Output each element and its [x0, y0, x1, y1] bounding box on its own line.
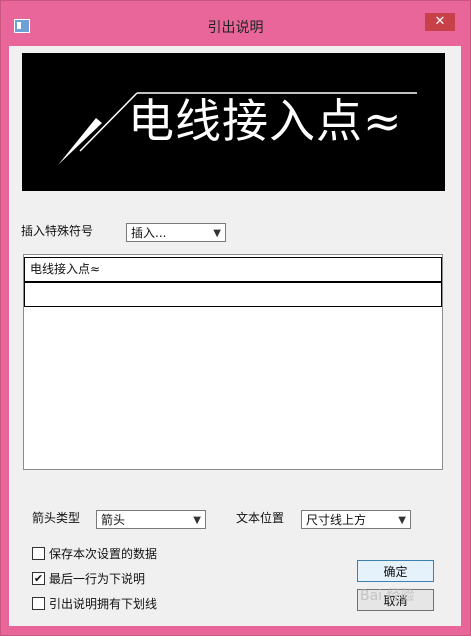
underline-label: 引出说明拥有下划线	[49, 597, 158, 611]
title-bar[interactable]: 引出说明 ✕	[1, 1, 470, 45]
chevron-down-icon: ▼	[398, 515, 406, 526]
save-settings-label: 保存本次设置的数据	[49, 547, 158, 561]
arrow-type-select[interactable]: 箭头 ▼	[96, 510, 206, 529]
chevron-down-icon: ▼	[213, 228, 221, 239]
text-position-select[interactable]: 尺寸线上方 ▼	[301, 510, 411, 529]
leader-text-editor[interactable]: 电线接入点≈	[23, 254, 443, 470]
ok-button[interactable]: 确定	[357, 560, 434, 582]
close-button[interactable]: ✕	[425, 13, 455, 31]
special-symbol-value: 插入...	[131, 226, 167, 240]
underline-checkbox[interactable]	[32, 597, 45, 610]
leader-preview: 电线接入点≈	[22, 53, 445, 191]
save-settings-checkbox[interactable]	[32, 547, 45, 560]
dialog-window: 引出说明 ✕ 电线接入点≈ 插入特殊符号 插入... ▼ 电线接入点≈ 箭头类型…	[0, 0, 471, 636]
text-line-1[interactable]: 电线接入点≈	[24, 257, 442, 282]
chevron-down-icon: ▼	[193, 515, 201, 526]
last-line-below-option[interactable]: ✔ 最后一行为下说明	[32, 570, 145, 587]
text-line-2[interactable]	[24, 282, 442, 307]
underline-option[interactable]: 引出说明拥有下划线	[32, 595, 157, 612]
arrow-type-value: 箭头	[101, 513, 126, 527]
text-position-label: 文本位置	[236, 511, 285, 525]
arrow-type-label: 箭头类型	[32, 511, 81, 525]
save-settings-option[interactable]: 保存本次设置的数据	[32, 545, 157, 562]
last-line-below-checkbox[interactable]: ✔	[32, 572, 45, 585]
dialog-client-area: 电线接入点≈ 插入特殊符号 插入... ▼ 电线接入点≈ 箭头类型 箭头 ▼ 文…	[9, 46, 461, 626]
last-line-below-label: 最后一行为下说明	[49, 572, 146, 586]
preview-text: 电线接入点≈	[128, 94, 403, 148]
text-position-value: 尺寸线上方	[306, 513, 367, 527]
watermark: Bai 经验	[360, 588, 415, 604]
special-symbol-label: 插入特殊符号	[21, 224, 94, 238]
special-symbol-select[interactable]: 插入... ▼	[126, 223, 226, 242]
window-title: 引出说明	[207, 20, 264, 36]
